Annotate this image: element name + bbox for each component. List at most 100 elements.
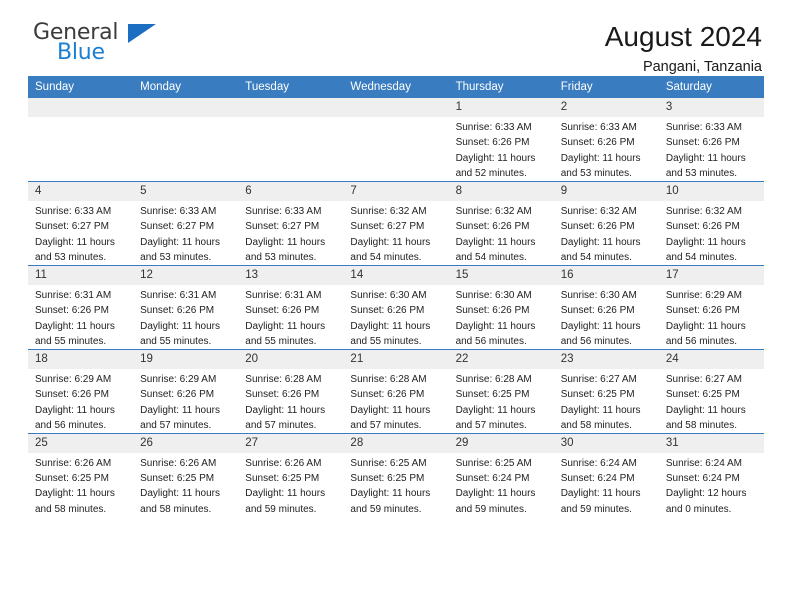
- sunset-text: Sunset: 6:26 PM: [35, 389, 109, 401]
- sunrise-text: Sunrise: 6:30 AM: [560, 290, 637, 302]
- calendar-day-cell[interactable]: 28 Sunrise: 6:25 AM Sunset: 6:25 PM Dayligh…: [343, 432, 449, 517]
- sunset-text: Sunset: 6:26 PM: [245, 305, 320, 317]
- calendar-day-cell[interactable]: 11 Sunrise: 6:31 AM Sunset: 6:26 PM Dayligh…: [28, 264, 134, 350]
- daylight-text-line1: Daylight: 11 hours: [35, 404, 115, 416]
- day-number: 29: [448, 434, 554, 454]
- calendar-week-row: 18 Sunrise: 6:29 AM Sunset: 6:26 PM Dayligh…: [28, 348, 764, 434]
- sunrise-text: Sunrise: 6:24 AM: [665, 458, 742, 470]
- sunrise-text: Sunrise: 6:26 AM: [35, 458, 112, 470]
- calendar-day-cell[interactable]: 14 Sunrise: 6:30 AM Sunset: 6:26 PM Dayligh…: [343, 264, 449, 350]
- calendar-day-cell[interactable]: 13 Sunrise: 6:31 AM Sunset: 6:26 PM Dayligh…: [238, 264, 344, 350]
- sunrise-text: Sunrise: 6:26 AM: [140, 458, 217, 470]
- sunrise-text: Sunrise: 6:26 AM: [245, 458, 322, 470]
- calendar-day-cell[interactable]: 18 Sunrise: 6:29 AM Sunset: 6:26 PM Dayligh…: [28, 348, 134, 434]
- calendar-day-cell[interactable]: 5 Sunrise: 6:33 AM Sunset: 6:27 PM Daylight…: [133, 180, 239, 266]
- daylight-text-line1: Daylight: 11 hours: [455, 404, 536, 416]
- day-number: 2: [553, 98, 659, 118]
- calendar-day-cell[interactable]: 30 Sunrise: 6:24 AM Sunset: 6:24 PM Dayligh…: [553, 432, 659, 517]
- sunrise-text: Sunrise: 6:25 AM: [350, 458, 427, 470]
- day-number: 4: [28, 182, 134, 202]
- sunrise-text: Sunrise: 6:33 AM: [665, 122, 742, 134]
- sunrise-text: Sunrise: 6:28 AM: [350, 374, 427, 386]
- calendar-day-cell[interactable]: 7 Sunrise: 6:32 AM Sunset: 6:27 PM Daylight…: [343, 180, 449, 266]
- day-number: 12: [133, 266, 239, 286]
- day-number: 1: [448, 98, 554, 118]
- day-number: 23: [553, 350, 659, 370]
- sunset-text: Sunset: 6:26 PM: [350, 389, 425, 401]
- daylight-text-line1: Daylight: 11 hours: [245, 320, 326, 332]
- sunset-text: Sunset: 6:25 PM: [35, 473, 109, 485]
- sunset-text: Sunset: 6:26 PM: [665, 221, 740, 233]
- day-number: 30: [553, 434, 659, 454]
- day-number: 17: [658, 266, 764, 286]
- calendar-day-cell[interactable]: 3 Sunrise: 6:33 AM Sunset: 6:26 PM Daylight…: [658, 98, 764, 181]
- sunset-text: Sunset: 6:25 PM: [140, 473, 215, 485]
- daylight-text-line2: and 59 minutes.: [245, 503, 317, 515]
- calendar-day-cell[interactable]: 23 Sunrise: 6:27 AM Sunset: 6:25 PM Dayligh…: [553, 348, 659, 434]
- day-number: 10: [658, 182, 764, 202]
- sunrise-text: Sunrise: 6:31 AM: [245, 290, 322, 302]
- daylight-text-line2: and 54 minutes.: [350, 251, 422, 263]
- brand-name-blue: Blue: [57, 40, 105, 65]
- day-details: Sunrise: 6:33 AM Sunset: 6:26 PM Daylight:…: [659, 117, 764, 181]
- calendar-day-cell[interactable]: 4 Sunrise: 6:33 AM Sunset: 6:27 PM Daylight…: [28, 180, 134, 266]
- calendar-day-cell[interactable]: 31 Sunrise: 6:24 AM Sunset: 6:24 PM Dayligh…: [658, 432, 764, 517]
- calendar-day-cell[interactable]: 6 Sunrise: 6:33 AM Sunset: 6:27 PM Daylight…: [238, 180, 344, 266]
- calendar-day-cell[interactable]: 27 Sunrise: 6:26 AM Sunset: 6:25 PM Dayligh…: [238, 432, 344, 517]
- calendar-day-cell[interactable]: 8 Sunrise: 6:32 AM Sunset: 6:26 PM Daylight…: [448, 180, 554, 266]
- day-details: Sunrise: 6:31 AM Sunset: 6:26 PM Daylight:…: [28, 285, 133, 349]
- daylight-text-line1: Daylight: 11 hours: [140, 488, 220, 500]
- day-details: Sunrise: 6:30 AM Sunset: 6:26 PM Daylight:…: [449, 285, 554, 349]
- calendar-day-cell[interactable]: 24 Sunrise: 6:27 AM Sunset: 6:25 PM Dayligh…: [658, 348, 764, 434]
- sunset-text: Sunset: 6:26 PM: [560, 137, 635, 149]
- calendar-week-row: 11 Sunrise: 6:31 AM Sunset: 6:26 PM Dayligh…: [28, 264, 764, 350]
- calendar-day-cell[interactable]: 25 Sunrise: 6:26 AM Sunset: 6:25 PM Dayligh…: [28, 432, 134, 517]
- daylight-text-line1: Daylight: 11 hours: [455, 152, 536, 164]
- day-details: Sunrise: 6:33 AM Sunset: 6:27 PM Daylight:…: [28, 201, 133, 265]
- sunset-text: Sunset: 6:26 PM: [245, 389, 320, 401]
- calendar-day-cell[interactable]: 15 Sunrise: 6:30 AM Sunset: 6:26 PM Dayligh…: [448, 264, 554, 350]
- calendar-day-cell[interactable]: 19 Sunrise: 6:29 AM Sunset: 6:26 PM Dayligh…: [133, 348, 239, 434]
- sunrise-text: Sunrise: 6:33 AM: [35, 206, 112, 218]
- day-details: Sunrise: 6:32 AM Sunset: 6:26 PM Daylight:…: [659, 201, 764, 265]
- sunset-text: Sunset: 6:25 PM: [665, 389, 740, 401]
- calendar-day-cell[interactable]: 26 Sunrise: 6:26 AM Sunset: 6:25 PM Dayligh…: [133, 432, 239, 517]
- day-number: 3: [658, 98, 764, 118]
- calendar-day-cell[interactable]: 21 Sunrise: 6:28 AM Sunset: 6:26 PM Dayligh…: [343, 348, 449, 434]
- daylight-text-line2: and 54 minutes.: [560, 251, 632, 263]
- calendar-day-cell[interactable]: 2 Sunrise: 6:33 AM Sunset: 6:26 PM Daylight…: [553, 98, 659, 181]
- calendar-day-cell[interactable]: 9 Sunrise: 6:32 AM Sunset: 6:26 PM Daylight…: [553, 180, 659, 266]
- weekday-header-sunday: Sunday: [28, 76, 134, 98]
- calendar-day-cell[interactable]: 10 Sunrise: 6:32 AM Sunset: 6:26 PM Dayligh…: [658, 180, 764, 266]
- page-title: August 2024: [604, 21, 762, 52]
- daylight-text-line1: Daylight: 11 hours: [350, 404, 431, 416]
- sunrise-text: Sunrise: 6:28 AM: [245, 374, 322, 386]
- sunset-text: Sunset: 6:25 PM: [560, 389, 635, 401]
- daylight-text-line1: Daylight: 11 hours: [245, 488, 326, 500]
- sunset-text: Sunset: 6:26 PM: [560, 221, 635, 233]
- sunrise-text: Sunrise: 6:33 AM: [140, 206, 217, 218]
- brand-logo[interactable]: General Blue: [28, 22, 178, 74]
- calendar-day-cell[interactable]: 22 Sunrise: 6:28 AM Sunset: 6:25 PM Dayligh…: [448, 348, 554, 434]
- daylight-text-line1: Daylight: 11 hours: [140, 320, 220, 332]
- calendar-day-cell[interactable]: 12 Sunrise: 6:31 AM Sunset: 6:26 PM Dayligh…: [133, 264, 239, 350]
- calendar-day-cell[interactable]: 29 Sunrise: 6:25 AM Sunset: 6:24 PM Dayligh…: [448, 432, 554, 517]
- sunrise-text: Sunrise: 6:33 AM: [245, 206, 322, 218]
- daylight-text-line1: Daylight: 11 hours: [560, 404, 641, 416]
- day-number: 11: [28, 266, 134, 286]
- sunrise-text: Sunrise: 6:31 AM: [35, 290, 112, 302]
- calendar-day-cell[interactable]: 1 Sunrise: 6:33 AM Sunset: 6:26 PM Daylight…: [448, 98, 554, 181]
- sunset-text: Sunset: 6:27 PM: [350, 221, 425, 233]
- daylight-text-line1: Daylight: 11 hours: [665, 152, 746, 164]
- day-details: Sunrise: 6:33 AM Sunset: 6:27 PM Daylight:…: [238, 201, 343, 265]
- calendar-day-cell[interactable]: 20 Sunrise: 6:28 AM Sunset: 6:26 PM Dayligh…: [238, 348, 344, 434]
- calendar-day-cell[interactable]: 16 Sunrise: 6:30 AM Sunset: 6:26 PM Dayligh…: [553, 264, 659, 350]
- daylight-text-line2: and 57 minutes.: [140, 419, 212, 431]
- daylight-text-line1: Daylight: 11 hours: [455, 236, 536, 248]
- day-details: Sunrise: 6:26 AM Sunset: 6:25 PM Daylight:…: [238, 453, 343, 517]
- day-number: 27: [238, 434, 344, 454]
- day-number: 25: [28, 434, 134, 454]
- daylight-text-line1: Daylight: 11 hours: [350, 236, 431, 248]
- calendar-day-cell[interactable]: 17 Sunrise: 6:29 AM Sunset: 6:26 PM Dayligh…: [658, 264, 764, 350]
- daylight-text-line2: and 56 minutes.: [560, 335, 632, 347]
